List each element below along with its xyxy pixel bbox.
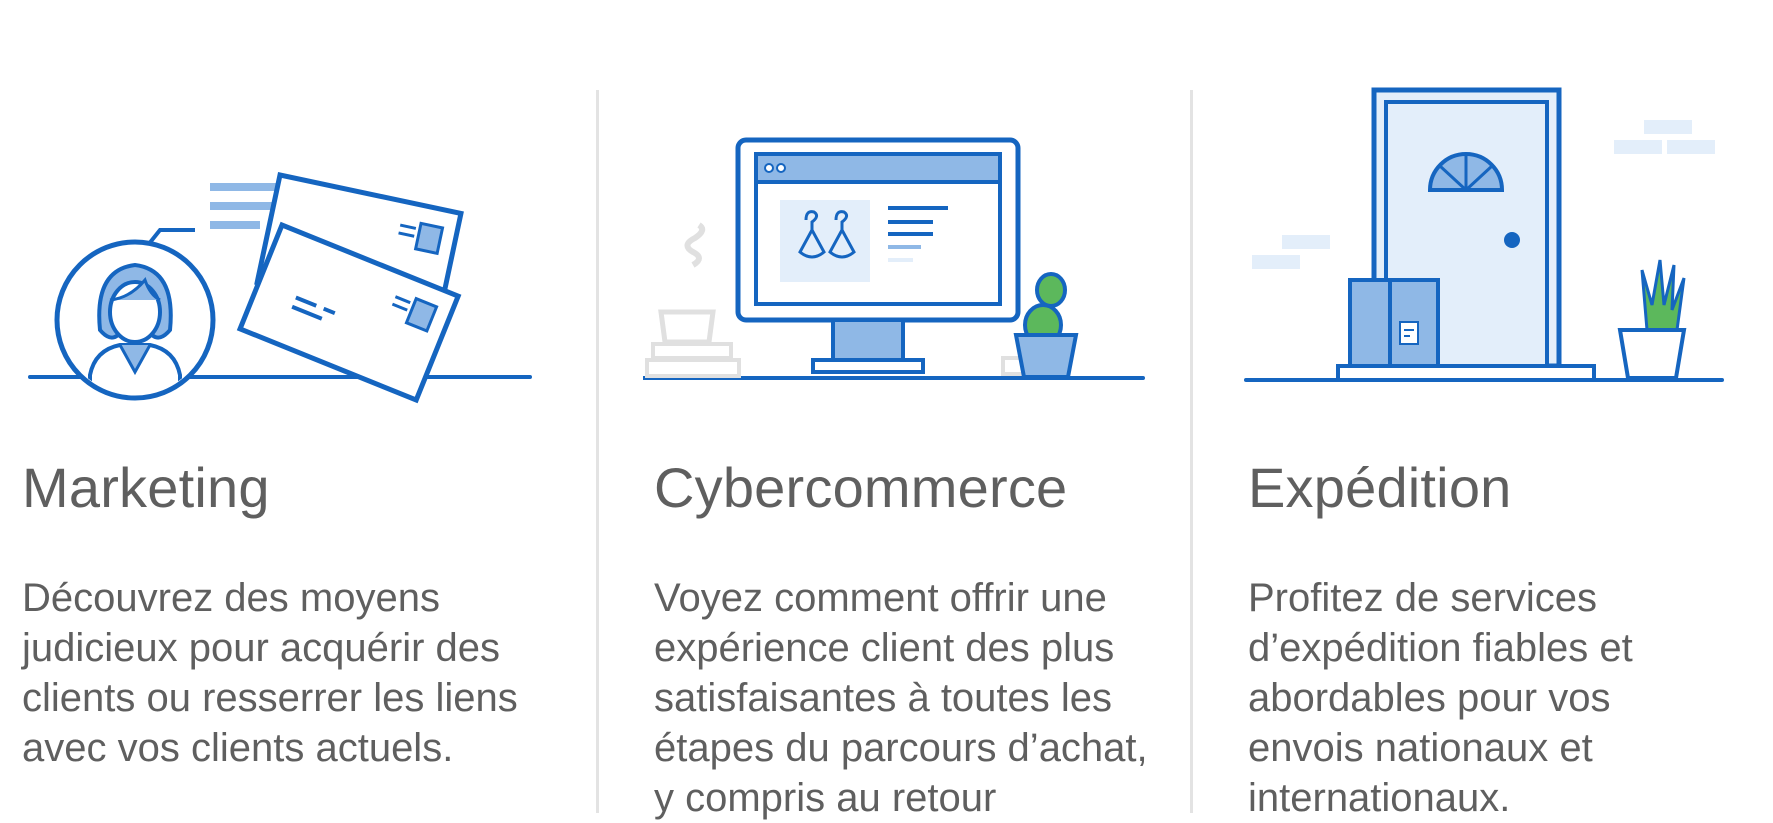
card-description: Découvrez des moyens judicieux pour acqu…	[22, 576, 518, 770]
marketing-illustration-icon	[20, 80, 540, 425]
card-ecommerce: Cybercommerce Voyez comment offrir une e…	[598, 0, 1192, 820]
card-marketing: Marketing Découvrez des moyens judicieux…	[0, 0, 598, 813]
card-title: Marketing	[22, 456, 270, 519]
card-title: Expédition	[1248, 456, 1512, 519]
card-description: Profitez de services d’expédition fiable…	[1248, 576, 1633, 820]
ecommerce-illustration-icon	[641, 80, 1153, 405]
card-title: Cybercommerce	[654, 456, 1068, 519]
card-shipping: Expédition Profitez de services d’expédi…	[1192, 0, 1773, 820]
card-description: Voyez comment offrir une expérience clie…	[654, 576, 1148, 820]
shipping-illustration-icon	[1242, 80, 1732, 405]
